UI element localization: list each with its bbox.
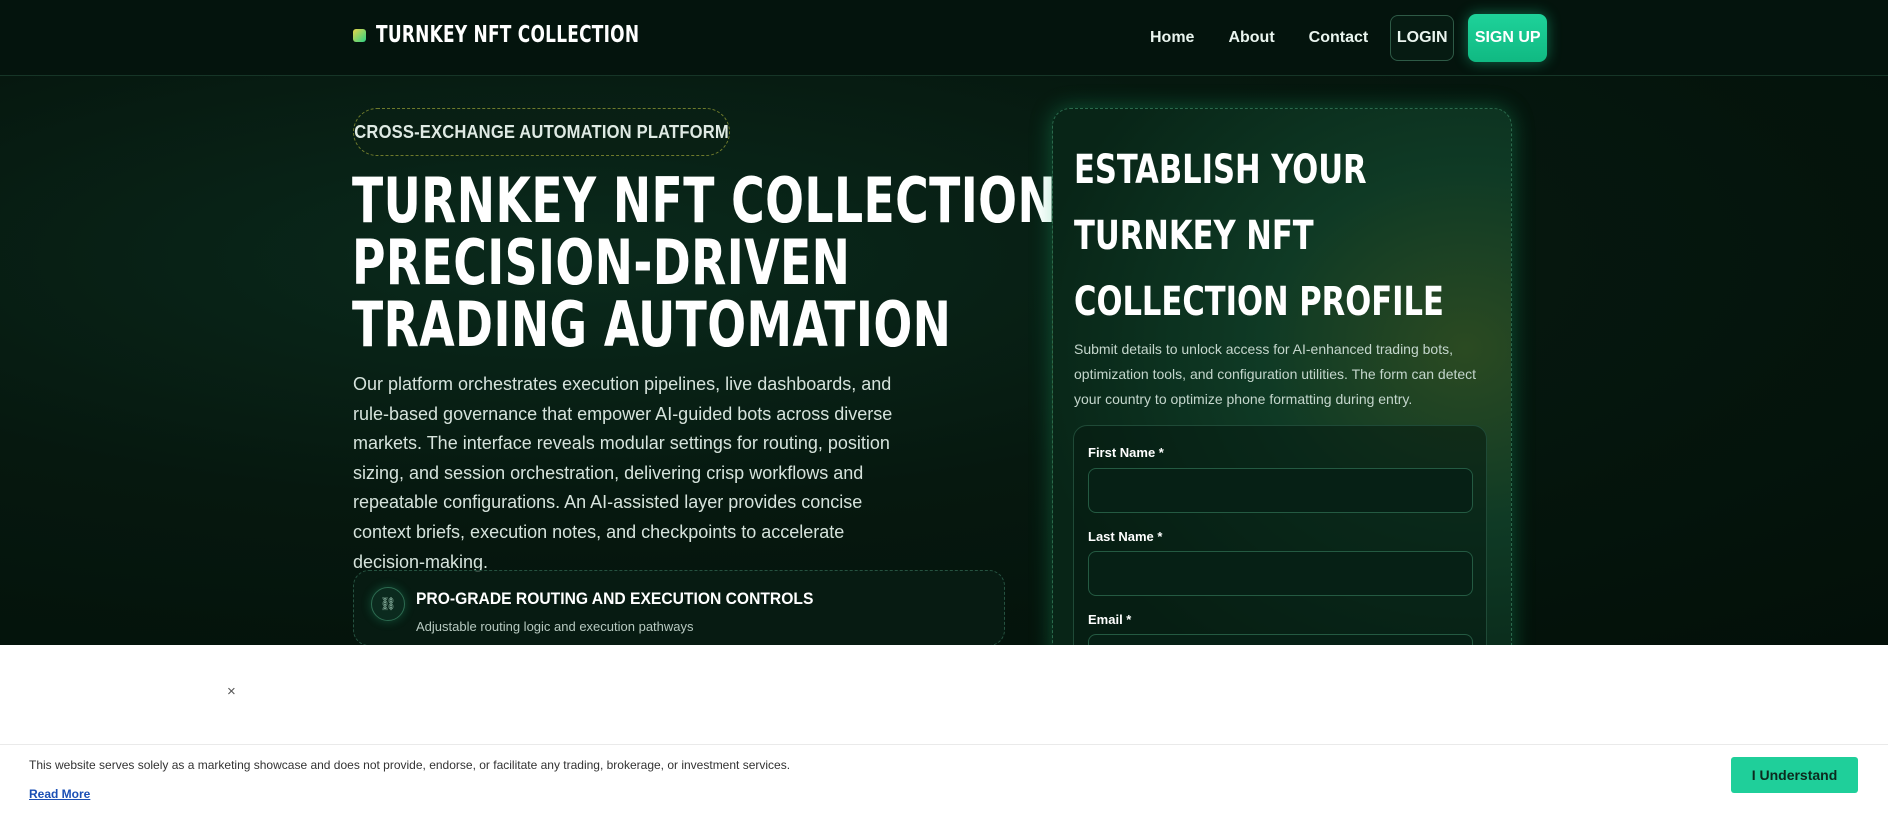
hero-title-line-1: TURNKEY NFT COLLECTION:: [352, 164, 1075, 237]
hero-title-line-2: PRECISION-DRIVEN: [352, 226, 851, 299]
last-name-input[interactable]: [1088, 551, 1473, 596]
cookie-banner: × This website serves solely as a market…: [0, 645, 1888, 818]
login-button[interactable]: LOGIN: [1390, 15, 1455, 61]
feature-subtitle: Adjustable routing logic and execution p…: [416, 619, 694, 634]
email-input[interactable]: [1088, 634, 1473, 645]
platform-badge: CROSS-EXCHANGE AUTOMATION PLATFORM: [353, 108, 730, 156]
page-background: TURNKEY NFT COLLECTION Home About Contac…: [0, 0, 1888, 645]
signup-button[interactable]: SIGN UP: [1468, 14, 1548, 62]
accept-cookie-button[interactable]: I Understand: [1731, 757, 1858, 793]
nav-contact[interactable]: Contact: [1309, 29, 1369, 47]
form-title-line-2: TURNKEY NFT: [1074, 213, 1314, 259]
hero-description: Our platform orchestrates execution pipe…: [353, 374, 893, 572]
cookie-disclaimer: This website serves solely as a marketin…: [29, 758, 791, 772]
form-title-line-1: ESTABLISH YOUR: [1074, 147, 1367, 193]
last-name-label: Last Name *: [1088, 529, 1163, 544]
form-title-line-3: COLLECTION PROFILE: [1074, 279, 1444, 325]
form-description: Submit details to unlock access for AI-e…: [1074, 341, 1477, 407]
main-nav: Home About Contact LOGIN SIGN UP: [1150, 14, 1548, 62]
platform-badge-label: CROSS-EXCHANGE AUTOMATION PLATFORM: [354, 121, 729, 142]
feature-title: PRO-GRADE ROUTING AND EXECUTION CONTROLS: [416, 589, 814, 608]
logo-mark-icon: [353, 28, 366, 42]
first-name-label: First Name *: [1088, 445, 1164, 460]
hero-title: TURNKEY NFT COLLECTION: PRECISION-DRIVEN…: [352, 164, 1075, 361]
email-label: Email *: [1088, 612, 1132, 627]
close-icon[interactable]: ×: [227, 683, 236, 700]
first-name-input[interactable]: [1088, 468, 1473, 513]
brand-name: TURNKEY NFT COLLECTION: [376, 22, 640, 48]
nav-about[interactable]: About: [1228, 29, 1274, 47]
link-icon: ⛓: [371, 587, 405, 621]
site-header: TURNKEY NFT COLLECTION Home About Contac…: [0, 0, 1888, 76]
signup-form-panel: ESTABLISH YOUR TURNKEY NFT COLLECTION PR…: [1052, 108, 1512, 645]
brand-logo[interactable]: TURNKEY NFT COLLECTION: [353, 22, 697, 48]
feature-card: ⛓ PRO-GRADE ROUTING AND EXECUTION CONTRO…: [353, 570, 1005, 645]
nav-home[interactable]: Home: [1150, 29, 1194, 47]
signup-form: First Name * Last Name * Email *: [1073, 425, 1487, 645]
cookie-divider: [0, 744, 1888, 745]
hero-title-line-3: TRADING AUTOMATION: [352, 288, 952, 361]
read-more-link[interactable]: Read More: [29, 787, 90, 801]
form-title: ESTABLISH YOUR TURNKEY NFT COLLECTION PR…: [1074, 137, 1494, 335]
